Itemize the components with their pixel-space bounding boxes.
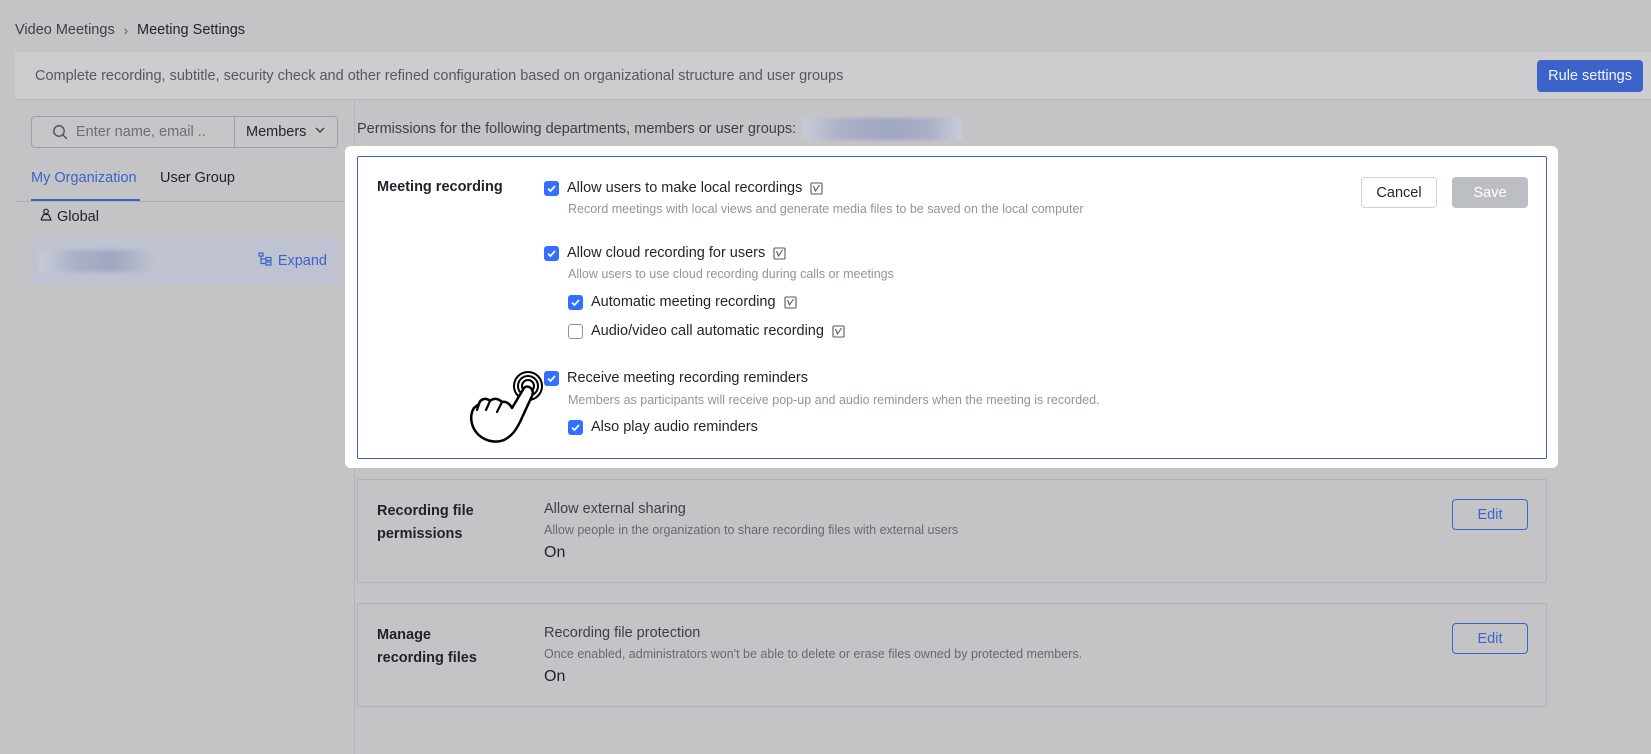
option-call-auto-recording[interactable]: Audio/video call automatic recording: [568, 323, 845, 339]
option-label: Automatic meeting recording: [591, 294, 776, 310]
search-box[interactable]: [31, 116, 235, 148]
breadcrumb-meeting-settings: Meeting Settings: [137, 22, 246, 38]
setting-name: Recording file protection: [544, 625, 701, 641]
permissions-text: Permissions for the following department…: [357, 121, 797, 137]
organization-icon: [39, 208, 53, 226]
breadcrumb: Video Meetings › Meeting Settings: [15, 20, 245, 40]
tree-item-global[interactable]: Global: [39, 208, 99, 226]
option-recording-reminders[interactable]: Receive meeting recording reminders: [544, 370, 808, 386]
setting-value: On: [544, 668, 566, 685]
recording-file-permissions-card: Recording file permissions Allow externa…: [357, 479, 1547, 583]
option-local-recording[interactable]: Allow users to make local recordings: [544, 180, 823, 196]
option-auto-meeting-recording[interactable]: Automatic meeting recording: [568, 294, 797, 310]
search-icon: [52, 124, 68, 140]
option-label: Allow users to make local recordings: [567, 180, 803, 196]
edit-button[interactable]: Edit: [1452, 499, 1528, 530]
org-sidebar: Members My Organization User Group Globa…: [15, 100, 355, 754]
tree-item-department[interactable]: Expand: [31, 238, 339, 284]
save-button[interactable]: Save: [1452, 177, 1528, 208]
checkbox-checked-icon[interactable]: [544, 180, 559, 196]
cancel-button[interactable]: Cancel: [1361, 177, 1437, 208]
card-title: Manage recording files: [377, 627, 477, 666]
permissions-label: Permissions for the following department…: [357, 118, 963, 140]
sidebar-tabs: My Organization User Group: [15, 160, 355, 202]
checkbox-checked-icon[interactable]: [568, 294, 583, 310]
option-audio-reminders[interactable]: Also play audio reminders: [568, 419, 758, 435]
setting-value: On: [544, 544, 566, 561]
chevron-right-icon: ›: [123, 22, 129, 38]
manage-recording-files-card: Manage recording files Recording file pr…: [357, 603, 1547, 707]
redacted-department-name: [39, 250, 159, 272]
tab-user-group[interactable]: User Group: [160, 170, 235, 186]
option-label: Also play audio reminders: [591, 419, 758, 435]
info-icon[interactable]: [773, 246, 786, 260]
option-description: Allow users to use cloud recording durin…: [568, 267, 894, 281]
expand-button[interactable]: Expand: [258, 252, 327, 270]
chevron-down-icon: [314, 124, 326, 140]
redacted-target-name: [802, 118, 963, 140]
info-banner: Complete recording, subtitle, security c…: [15, 52, 1651, 100]
active-tab-indicator: [31, 199, 140, 201]
option-label: Audio/video call automatic recording: [591, 323, 824, 339]
rule-settings-button[interactable]: Rule settings: [1537, 60, 1643, 92]
tap-hand-icon: [470, 371, 543, 443]
checkbox-checked-icon[interactable]: [568, 419, 583, 435]
info-icon[interactable]: [784, 295, 797, 309]
info-icon[interactable]: [832, 324, 845, 338]
member-filter-dropdown[interactable]: Members: [234, 116, 338, 148]
tab-my-organization[interactable]: My Organization: [31, 170, 137, 186]
checkbox-checked-icon[interactable]: [544, 245, 559, 261]
checkbox-unchecked-icon[interactable]: [568, 323, 583, 339]
setting-description: Allow people in the organization to shar…: [544, 523, 959, 537]
option-label: Receive meeting recording reminders: [567, 370, 808, 386]
expand-label: Expand: [277, 253, 327, 269]
card-title: Recording file permissions: [377, 503, 474, 542]
setting-name: Allow external sharing: [544, 501, 686, 517]
option-label: Allow cloud recording for users: [567, 245, 766, 261]
card-title: Meeting recording: [377, 179, 503, 195]
breadcrumb-video-meetings[interactable]: Video Meetings: [15, 22, 115, 38]
edit-button[interactable]: Edit: [1452, 623, 1528, 654]
option-description: Record meetings with local views and gen…: [568, 202, 1084, 216]
tree-item-label: Global: [57, 209, 99, 225]
search-input[interactable]: [76, 124, 206, 140]
setting-description: Once enabled, administrators won't be ab…: [544, 647, 1083, 661]
banner-text: Complete recording, subtitle, security c…: [35, 68, 844, 84]
option-description: Members as participants will receive pop…: [568, 393, 1100, 407]
tree-expand-icon: [258, 252, 272, 270]
option-cloud-recording[interactable]: Allow cloud recording for users: [544, 245, 786, 261]
info-icon[interactable]: [810, 181, 823, 195]
member-filter-value: Members: [246, 124, 307, 140]
